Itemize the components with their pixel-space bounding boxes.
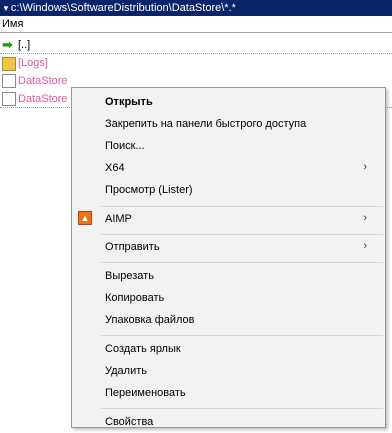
menu-separator [101, 335, 383, 336]
menu-item-label: Свойства [105, 416, 154, 428]
file-label: DataStore [18, 92, 68, 105]
menu-item-send-to[interactable]: Отправить › [72, 236, 385, 258]
file-row-parent[interactable]: ➡ [..] [0, 36, 392, 54]
menu-item-open[interactable]: Открыть [72, 91, 385, 113]
menu-item-search[interactable]: Поиск... [72, 135, 385, 157]
menu-item-label: AIMP [105, 213, 132, 225]
menu-item-label: X64 [105, 162, 125, 174]
folder-icon [2, 57, 16, 71]
submenu-arrow-icon: › [363, 161, 367, 173]
column-header[interactable]: Имя [0, 16, 392, 33]
dropdown-triangle-icon[interactable]: ▼ [2, 4, 10, 13]
menu-item-lister[interactable]: Просмотр (Lister) [72, 179, 385, 201]
file-label: [Logs] [18, 57, 48, 69]
aimp-icon: ▲ [78, 211, 92, 225]
menu-item-cut[interactable]: Вырезать [72, 265, 385, 287]
file-row-logs[interactable]: [Logs] [0, 54, 392, 72]
menu-item-label: Упаковка файлов [105, 314, 195, 326]
column-name-label[interactable]: Имя [2, 18, 23, 30]
menu-item-label: Копировать [105, 292, 165, 304]
menu-separator [101, 234, 383, 235]
menu-item-pin-quick-access[interactable]: Закрепить на панели быстрого доступа [72, 113, 385, 135]
context-menu: Открыть Закрепить на панели быстрого дос… [71, 87, 386, 428]
menu-separator [101, 206, 383, 207]
menu-item-x64[interactable]: X64 › [72, 157, 385, 179]
menu-item-create-shortcut[interactable]: Создать ярлык [72, 338, 385, 360]
menu-item-label: Удалить [105, 365, 147, 377]
menu-item-label: Поиск... [105, 140, 145, 152]
menu-item-label: Открыть [105, 96, 153, 108]
menu-separator [101, 408, 383, 409]
menu-item-label: Создать ярлык [105, 343, 181, 355]
menu-item-label: Закрепить на панели быстрого доступа [105, 118, 307, 130]
up-arrow-icon: ➡ [2, 36, 13, 52]
file-label: DataStore [18, 75, 68, 87]
file-label: [..] [18, 38, 31, 51]
path-bar[interactable]: ▼ c:\Windows\SoftwareDistribution\DataSt… [0, 0, 392, 16]
file-icon [2, 91, 16, 106]
menu-item-label: Переименовать [105, 387, 186, 399]
menu-item-label: Просмотр (Lister) [105, 184, 193, 196]
menu-item-rename[interactable]: Переименовать [72, 382, 385, 404]
menu-item-pack[interactable]: Упаковка файлов [72, 309, 385, 331]
menu-item-copy[interactable]: Копировать [72, 287, 385, 309]
menu-item-label: Отправить [105, 241, 160, 253]
submenu-arrow-icon: › [363, 240, 367, 252]
menu-item-delete[interactable]: Удалить [72, 360, 385, 382]
menu-separator [101, 262, 383, 263]
path-text: c:\Windows\SoftwareDistribution\DataStor… [10, 2, 236, 14]
menu-item-aimp[interactable]: ▲ AIMP › [72, 208, 385, 230]
file-icon [2, 74, 16, 88]
menu-item-label: Вырезать [105, 270, 154, 282]
submenu-arrow-icon: › [363, 212, 367, 224]
menu-item-properties[interactable]: Свойства [72, 411, 385, 433]
